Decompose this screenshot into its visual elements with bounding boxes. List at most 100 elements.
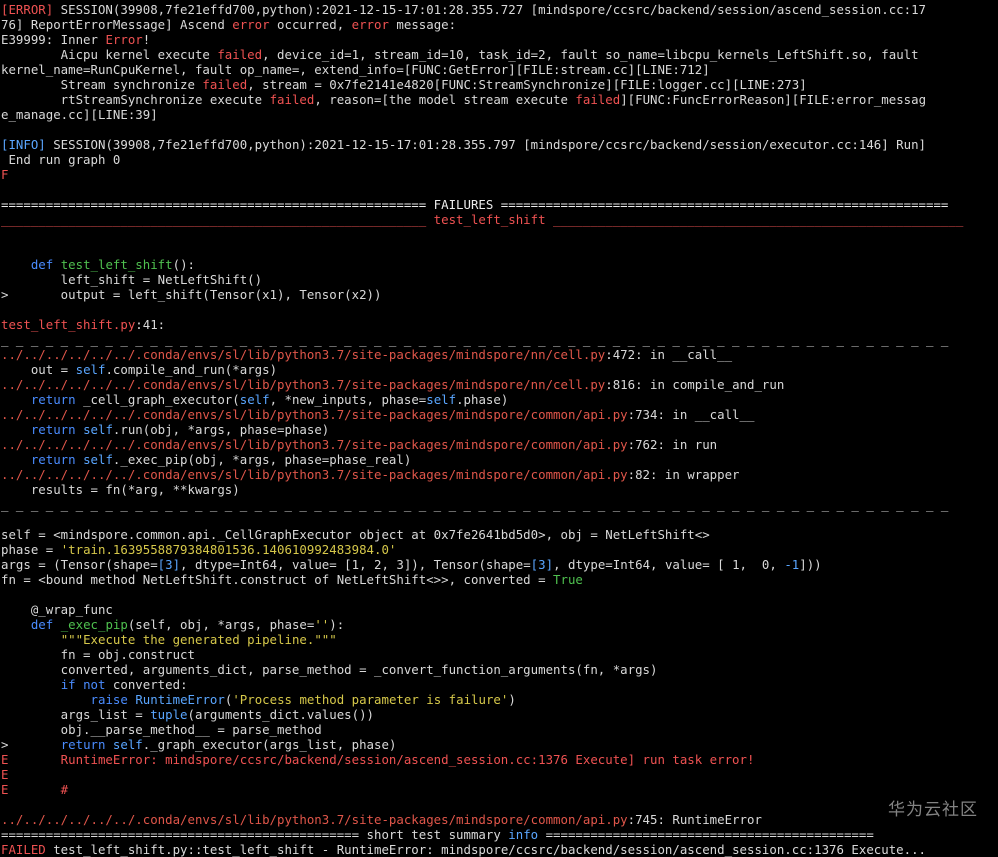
terminal-text-segment: converted, arguments_dict, parse_method …	[1, 662, 658, 677]
terminal-line: e_manage.cc][LINE:39]	[1, 107, 998, 122]
terminal-text-segment: , stream = 0x7fe2141e4820[FUNC:StreamSyn…	[247, 77, 807, 92]
terminal-text-segment: E	[1, 767, 9, 782]
terminal-line: E #	[1, 782, 998, 797]
terminal-text-segment: , reason=[the model stream execute	[314, 92, 576, 107]
terminal-text-segment: def	[30, 257, 54, 272]
terminal-text-segment: ________________________________________…	[1, 212, 964, 227]
terminal-line: ========================================…	[1, 197, 998, 212]
terminal-text-segment: _exec_pip	[60, 617, 128, 632]
terminal-line: _ _ _ _ _ _ _ _ _ _ _ _ _ _ _ _ _ _ _ _ …	[1, 332, 998, 347]
terminal-text-segment: ][FUNC:FuncErrorReason][FILE:error_messa…	[620, 92, 927, 107]
terminal-line: converted, arguments_dict, parse_method …	[1, 662, 998, 677]
terminal-text-segment: self	[75, 362, 106, 377]
terminal-text-segment: :41:	[135, 317, 166, 332]
terminal-text-segment: [INFO]	[1, 137, 46, 152]
terminal-text-segment: return	[30, 392, 76, 407]
terminal-text-segment: .run(obj, *args, phase=phase)	[112, 422, 330, 437]
terminal-line: > return self._graph_executor(args_list,…	[1, 737, 998, 752]
terminal-text-segment: ):	[329, 617, 345, 632]
terminal-line: return _cell_graph_executor(self, *new_i…	[1, 392, 998, 407]
terminal-text-segment: , dtype=Int64, value= [ 1, 0,	[553, 557, 785, 572]
terminal-line: def test_left_shift():	[1, 257, 998, 272]
terminal-text-segment: ========================================…	[1, 197, 949, 212]
terminal-text-segment: ]))	[799, 557, 822, 572]
terminal-text-segment: out =	[1, 362, 76, 377]
terminal-line: results = fn(*arg, **kwargs)	[1, 482, 998, 497]
terminal-text-segment: tuple	[150, 707, 188, 722]
terminal-line: E39999: Inner Error!	[1, 32, 998, 47]
terminal-text-segment: -1	[784, 557, 800, 572]
terminal-text-segment: (arguments_dict.values())	[187, 707, 375, 722]
terminal-text-segment: )	[508, 692, 516, 707]
terminal-text-segment: :762: in run	[627, 437, 718, 452]
terminal-text-segment: self = <mindspore.common.api._CellGraphE…	[1, 527, 710, 542]
terminal-text-segment: error	[232, 17, 270, 32]
terminal-text-segment: self	[112, 737, 143, 752]
terminal-line: ../../../../../../.conda/envs/sl/lib/pyt…	[1, 467, 998, 482]
terminal-text-segment: obj.__parse_method__ = parse_method	[1, 722, 322, 737]
terminal-text-segment: args = (Tensor(shape=	[1, 557, 158, 572]
terminal-text-segment: kernel_name=RunCpuKernel, fault op_name=…	[1, 62, 710, 77]
terminal-text-segment: self	[426, 392, 457, 407]
terminal-line: return self._exec_pip(obj, *args, phase=…	[1, 452, 998, 467]
terminal-text-segment: [ERROR]	[1, 2, 54, 17]
terminal-line: End run graph 0	[1, 152, 998, 167]
terminal-line: out = self.compile_and_run(*args)	[1, 362, 998, 377]
terminal-text-segment: _ _ _ _ _ _ _ _ _ _ _ _ _ _ _ _ _ _ _ _ …	[1, 497, 949, 512]
terminal-output[interactable]: [ERROR] SESSION(39908,7fe21effd700,pytho…	[0, 0, 998, 857]
terminal-text-segment: SESSION(39908,7fe21effd700,python):2021-…	[53, 2, 927, 17]
terminal-line: """Execute the generated pipeline."""	[1, 632, 998, 647]
terminal-line: raise RuntimeError('Process method param…	[1, 692, 998, 707]
terminal-line: fn = obj.construct	[1, 647, 998, 662]
terminal-text-segment: > output = left_shift(Tensor(x1), Tensor…	[1, 287, 382, 302]
terminal-line: F	[1, 167, 998, 182]
terminal-text-segment: Aicpu kernel execute	[1, 47, 218, 62]
terminal-text-segment: if	[60, 677, 76, 692]
terminal-line: [ERROR] SESSION(39908,7fe21effd700,pytho…	[1, 2, 998, 17]
terminal-text-segment: 76] ReportErrorMessage] Ascend	[1, 17, 233, 32]
terminal-line: args = (Tensor(shape=[3], dtype=Int64, v…	[1, 557, 998, 572]
terminal-line: ../../../../../../.conda/envs/sl/lib/pyt…	[1, 812, 998, 827]
terminal-text-segment: error	[351, 17, 389, 32]
terminal-line: Aicpu kernel execute failed, device_id=1…	[1, 47, 998, 62]
terminal-text-segment: _cell_graph_executor(	[75, 392, 240, 407]
terminal-line: ../../../../../../.conda/envs/sl/lib/pyt…	[1, 347, 998, 362]
terminal-text-segment: _ _ _ _ _ _ _ _ _ _ _ _ _ _ _ _ _ _ _ _ …	[1, 332, 949, 347]
terminal-text-segment: ========================================…	[538, 827, 874, 842]
terminal-line: [INFO] SESSION(39908,7fe21effd700,python…	[1, 137, 998, 152]
terminal-text-segment: occurred,	[269, 17, 352, 32]
terminal-text-segment: phase =	[1, 542, 61, 557]
terminal-text-segment: >	[1, 737, 61, 752]
terminal-text-segment: E RuntimeError: mindspore/ccsrc/backend/…	[1, 752, 755, 767]
terminal-text-segment: self	[239, 392, 270, 407]
terminal-line: return self.run(obj, *args, phase=phase)	[1, 422, 998, 437]
terminal-line: FAILED test_left_shift.py::test_left_shi…	[1, 842, 998, 857]
terminal-text-segment: :472: in __call__	[605, 347, 733, 362]
terminal-text-segment: """Execute the generated pipeline."""	[60, 632, 337, 647]
terminal-text-segment: message:	[388, 17, 457, 32]
terminal-line: E RuntimeError: mindspore/ccsrc/backend/…	[1, 752, 998, 767]
terminal-text-segment: E39999: Inner	[1, 32, 106, 47]
terminal-text-segment: Error	[105, 32, 143, 47]
terminal-text-segment: ._graph_executor(args_list, phase)	[142, 737, 397, 752]
terminal-text-segment: args_list =	[1, 707, 151, 722]
terminal-line: kernel_name=RunCpuKernel, fault op_name=…	[1, 62, 998, 77]
terminal-text-segment: e_manage.cc][LINE:39]	[1, 107, 158, 122]
terminal-text-segment: self	[83, 422, 113, 437]
terminal-text-segment: converted:	[105, 677, 188, 692]
terminal-text-segment: 'train.1639558879384801536.1406109924839…	[60, 542, 397, 557]
terminal-text-segment: rtStreamSynchronize execute	[1, 92, 270, 107]
terminal-text-segment: results = fn(*arg, **kwargs)	[1, 482, 240, 497]
terminal-text-segment: failed	[217, 47, 263, 62]
